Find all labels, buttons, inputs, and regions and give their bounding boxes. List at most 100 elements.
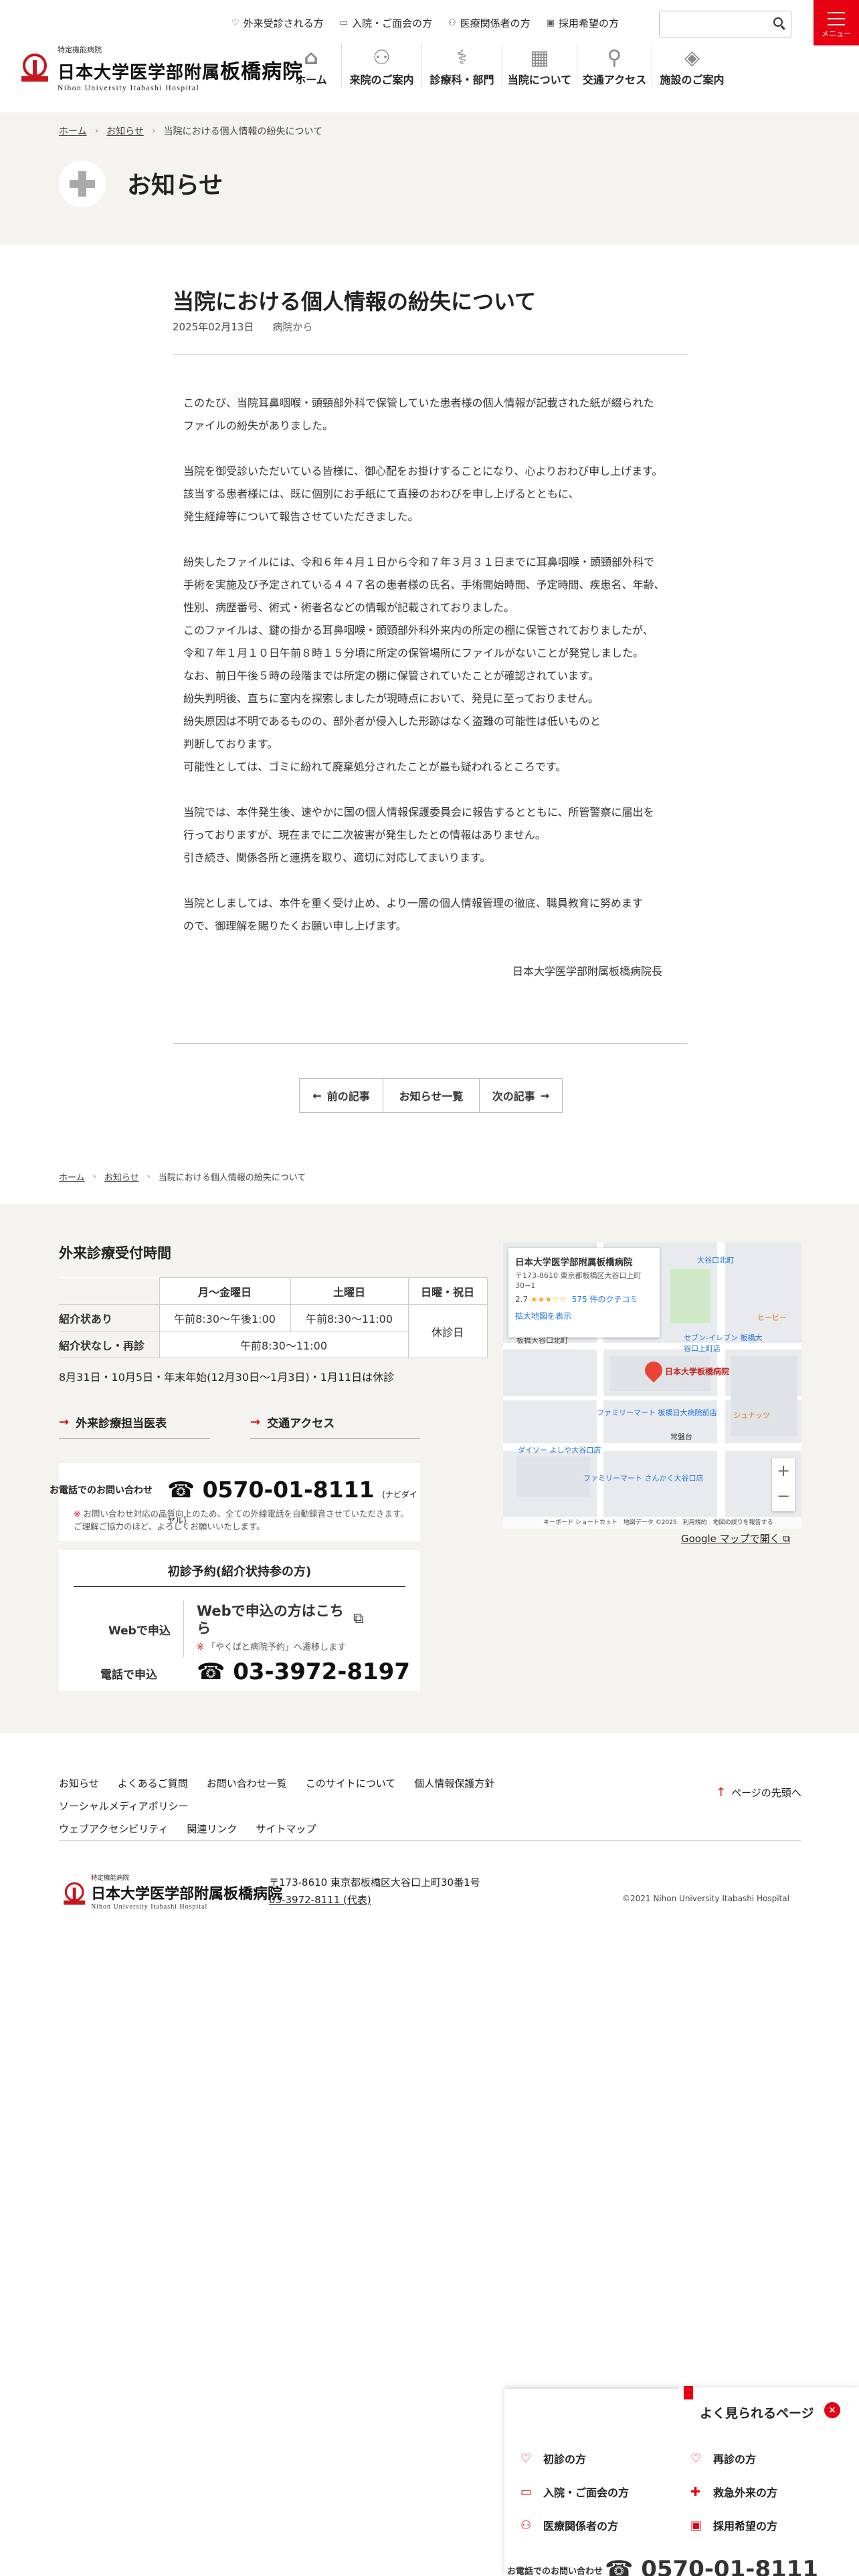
article-paragraph: 紛失したファイルには、令和６年４月１日から令和７年３月３１日までに耳鼻咽喉・頭頸… xyxy=(183,556,665,773)
breadcrumb: ホーム › お知らせ › 当院における個人情報の紛失について xyxy=(59,124,322,138)
people-icon: ⚇ xyxy=(373,46,391,70)
plus-icon xyxy=(59,160,106,207)
popular-link-revisit[interactable]: ♡ 再診の方 xyxy=(690,2450,756,2466)
gnav-access[interactable]: ⚲ 交通アクセス xyxy=(577,43,652,87)
article-category: 病院から xyxy=(272,321,313,333)
menu-button[interactable]: メニュー xyxy=(814,0,859,45)
popular-panel-phone: お電話でのお問い合わせ ☎ 0570-01-8111 xyxy=(504,2555,859,2576)
gnav-departments[interactable]: ⚕ 診療科・部門 xyxy=(421,43,502,87)
col-header: 土曜日 xyxy=(290,1277,409,1305)
zoom-out-icon[interactable]: − xyxy=(772,1483,795,1509)
gnav-visit-guide[interactable]: ⚇ 来院のご案内 xyxy=(341,43,421,87)
footer-phone-link[interactable]: 03-3972-8111 (代表) xyxy=(269,1894,371,1906)
home-icon: ⌂ xyxy=(304,46,318,70)
layers-icon: ◈ xyxy=(684,46,700,70)
popular-link-inpatient[interactable]: ▭ 入院・ご面会の方 xyxy=(520,2484,629,2500)
footer-link[interactable]: 関連リンク xyxy=(187,1818,237,1840)
footer-link[interactable]: 個人情報保護方針 xyxy=(414,1772,494,1795)
hours-cell: 午前8:30〜11:00 xyxy=(159,1331,409,1358)
copyright: ©2021 Nihon University Itabashi Hospital xyxy=(622,1894,789,1903)
utility-nav: ♡ 外来受診される方 ▭ 入院・ご面会の方 ⚇ 医療関係者の方 ▣ 採用希望の方 xyxy=(231,16,619,30)
google-map[interactable]: 板橋大谷口北町 ファミリーマート 板橋日大病院前店 ダイソー よしや大谷口店 フ… xyxy=(503,1243,801,1529)
divider xyxy=(173,354,688,355)
popular-link-medical-staff[interactable]: ⚇ 医療関係者の方 xyxy=(520,2517,618,2533)
access-link[interactable]: → 交通アクセス xyxy=(250,1414,420,1439)
zoom-in-icon[interactable]: + xyxy=(772,1458,795,1483)
search-input[interactable] xyxy=(659,11,791,37)
hamburger-icon xyxy=(828,12,845,30)
footer-link[interactable]: ソーシャルメディアポリシー xyxy=(59,1795,189,1818)
hospital-emblem-icon xyxy=(62,1881,86,1905)
tel-label: 電話で申込 xyxy=(100,1669,157,1682)
hospital-emblem-icon xyxy=(19,52,51,84)
breadcrumb-separator: › xyxy=(94,126,99,136)
bed-icon: ▭ xyxy=(520,2484,533,2499)
schedule-link[interactable]: → 外来診療担当医表 xyxy=(59,1414,210,1439)
footer-address: 〒173-8610 東京都板橋区大谷口上町30番1号 03-3972-8111 … xyxy=(269,1876,480,1906)
popular-pages-title: よく見られるページ xyxy=(700,2406,814,2421)
popular-link-emergency[interactable]: ✚ 救急外来の方 xyxy=(690,2484,777,2500)
search-icon[interactable] xyxy=(773,17,783,27)
popular-panel-phone-number[interactable]: ☎ 0570-01-8111 xyxy=(605,2556,818,2576)
breadcrumb-separator: › xyxy=(151,126,156,136)
footer-logo[interactable]: 特定機能病院 日本大学医学部附属板橋病院 Nihon University It… xyxy=(59,1872,282,1911)
article-title: 当院における個人情報の紛失について xyxy=(173,289,537,314)
footer-link[interactable]: お知らせ xyxy=(59,1772,99,1795)
site-logo[interactable]: 特定機能病院 日本大学医学部附属板橋病院 Nihon University It… xyxy=(19,44,303,92)
first-visit-box: 初診予約(紹介状持参の方) Webで申込 Webで申込の方はこちら ⧉ ※ 「や… xyxy=(59,1550,420,1691)
external-link-icon: ⧉ xyxy=(783,1533,791,1545)
row-header: 紹介状あり xyxy=(59,1304,160,1331)
map-place-name: 日本大学医学部附属板橋病院 xyxy=(515,1257,633,1268)
close-icon[interactable]: × xyxy=(824,2402,840,2418)
bookmark-icon xyxy=(684,2386,693,2399)
article-body: このたび、当院耳鼻咽喉・頭頸部外科で保管していた患者様の個人情報が記載された紙が… xyxy=(183,392,678,1006)
ambulance-icon: ✚ xyxy=(690,2484,701,2499)
popular-pages-tab[interactable]: よく見られるページ × xyxy=(678,2386,859,2428)
gnav-facilities[interactable]: ◈ 施設のご案内 xyxy=(652,43,732,87)
phone-label: お電話でのお問い合わせ xyxy=(50,1485,153,1496)
phone-icon: ☎ xyxy=(605,2556,642,2576)
arrow-right-icon: → xyxy=(250,1415,261,1429)
web-sub-note: ※ 「やくばと病院予約」へ遷移します xyxy=(197,1642,347,1652)
web-reservation-link[interactable]: Webで申込の方はこちら xyxy=(197,1602,344,1637)
breadcrumb-news[interactable]: お知らせ xyxy=(104,1170,139,1183)
breadcrumb-home[interactable]: ホーム xyxy=(59,1170,85,1183)
popular-link-first-visit[interactable]: ♡ 初診の方 xyxy=(520,2450,586,2466)
map-reviews-link[interactable]: 575 件のクチコミ xyxy=(572,1295,638,1304)
reservation-phone[interactable]: ☎ 03-3972-8197 xyxy=(197,1658,410,1685)
util-link-recruit[interactable]: ▣ 採用希望の方 xyxy=(547,16,619,30)
stethoscope-icon: ♡ xyxy=(231,18,240,28)
hours-note: 8月31日・10月5日・年末年始(12月30日〜1月3日)・1月11日は休診 xyxy=(59,1371,395,1384)
page-title: お知らせ xyxy=(127,172,223,199)
article-meta: 2025年02月13日 病院から xyxy=(173,320,312,334)
col-header: 月〜金曜日 xyxy=(159,1277,291,1305)
footer-nav: お知らせ よくあるご質問 お問い合わせ一覧 このサイトについて 個人情報保護方針ソーシャ… xyxy=(59,1772,661,1840)
map-pin-label: 日本大学板橋病院 xyxy=(665,1367,730,1376)
footer-link[interactable]: お問い合わせ一覧 xyxy=(207,1772,287,1795)
id-card-icon: ▣ xyxy=(690,2518,702,2533)
breadcrumb-home[interactable]: ホーム xyxy=(59,124,87,138)
gnav-about[interactable]: ▦ 当院について xyxy=(502,43,577,87)
breadcrumb-current: 当院における個人情報の紛失について xyxy=(158,1173,306,1183)
open-google-maps-link[interactable]: Google マップで開く ⧉ xyxy=(681,1531,790,1545)
popular-link-recruit[interactable]: ▣ 採用希望の方 xyxy=(690,2517,777,2533)
footer-link[interactable]: このサイトについて xyxy=(306,1772,396,1795)
bed-icon: ▭ xyxy=(339,18,348,28)
next-article-button[interactable]: 次の記事 → xyxy=(479,1079,562,1112)
article-signature: 日本大学医学部附属板橋病院長 xyxy=(512,965,662,978)
util-link-outpatient[interactable]: ♡ 外来受診される方 xyxy=(231,16,324,30)
util-link-inpatient[interactable]: ▭ 入院・ご面会の方 xyxy=(340,16,432,30)
gnav-home[interactable]: ⌂ ホーム xyxy=(281,43,341,87)
building-icon: ▦ xyxy=(530,46,549,70)
footer-link[interactable]: よくあるご質問 xyxy=(118,1772,188,1795)
news-list-button[interactable]: お知らせ一覧 xyxy=(383,1079,479,1112)
article-date: 2025年02月13日 xyxy=(173,321,254,333)
arrow-right-icon: → xyxy=(540,1089,550,1102)
page-top-button[interactable]: ↑ ページの先頭へ xyxy=(716,1786,801,1800)
prev-article-button[interactable]: ← 前の記事 xyxy=(300,1079,383,1112)
breadcrumb-news[interactable]: お知らせ xyxy=(106,124,144,138)
footer-link[interactable]: ウェブアクセシビリティ xyxy=(59,1818,168,1840)
enlarge-map-link[interactable]: 拡大地図を表示 xyxy=(515,1310,653,1321)
footer-link[interactable]: サイトマップ xyxy=(256,1818,316,1840)
util-link-medical-staff[interactable]: ⚇ 医療関係者の方 xyxy=(448,16,531,30)
